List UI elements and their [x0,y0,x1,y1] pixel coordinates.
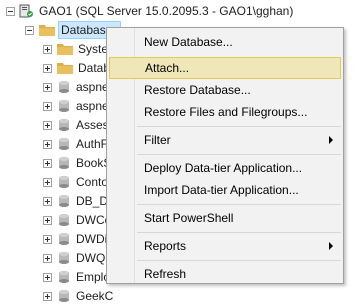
menu-item-filter[interactable]: Filter [109,129,341,151]
tree-node-label: AuthF [76,137,109,151]
tree-node-label: Emplo [76,270,111,284]
menu-item-attach[interactable]: Attach... [109,57,341,79]
expand-toggle-icon[interactable] [43,253,52,263]
database-icon [57,80,71,94]
tree-node-database[interactable]: DWDi [43,230,107,248]
context-menu: New Database... Attach... Restore Databa… [106,27,344,284]
database-icon [57,175,71,189]
menu-item-label: Filter [144,133,171,147]
expand-toggle-icon[interactable] [43,196,52,206]
tree-node-database[interactable]: GeekC [43,287,113,305]
tree-node-label: DWQ [76,251,106,265]
database-icon [57,213,71,227]
menu-item-new-database[interactable]: New Database... [109,31,341,53]
database-icon [57,251,71,265]
menu-item-deploy-data-tier[interactable]: Deploy Data-tier Application... [109,157,341,179]
tree-node-database-snapshots[interactable]: Datab [43,59,110,77]
folder-icon [39,24,55,36]
tree-node-label: aspne [76,80,109,94]
menu-item-label: Refresh [144,267,187,281]
collapse-toggle-icon[interactable] [6,6,15,16]
expand-toggle-icon[interactable] [43,44,52,54]
tree-node-label: Conto [76,175,109,189]
database-icon [57,156,71,170]
database-icon [57,99,71,113]
database-icon [57,270,71,284]
tree-node-label: DWDi [76,232,108,246]
tree-node-database[interactable]: DWCo [43,211,111,229]
database-icon [57,232,71,246]
tree-node-label: aspne [76,99,109,113]
menu-separator [137,126,341,127]
menu-item-label: Import Data-tier Application... [144,183,299,197]
menu-item-start-powershell[interactable]: Start PowerShell [109,207,341,229]
menu-separator [137,154,341,155]
menu-item-refresh[interactable]: Refresh [109,263,341,285]
tree-node-database[interactable]: DWQ [43,249,105,267]
tree-node-server[interactable]: GAO1 (SQL Server 15.0.2095.3 - GAO1\ggha… [6,2,293,20]
server-label: GAO1 (SQL Server 15.0.2095.3 - GAO1\ggha… [39,4,294,18]
database-icon [57,118,71,132]
expand-toggle-icon[interactable] [43,272,52,282]
database-icon [57,289,71,303]
tree-node-database[interactable]: aspne [43,78,109,96]
tree-node-label: Asses [76,118,109,132]
expand-toggle-icon[interactable] [43,82,52,92]
tree-node-database[interactable]: BookS [43,154,111,172]
tree-node-database[interactable]: Conto [43,173,108,191]
expand-toggle-icon[interactable] [43,101,52,111]
expand-toggle-icon[interactable] [43,234,52,244]
folder-icon [57,43,73,55]
tree-node-database[interactable]: AuthF [43,135,108,153]
collapse-toggle-icon[interactable] [25,25,34,35]
expand-toggle-icon[interactable] [43,158,52,168]
expand-toggle-icon[interactable] [43,63,52,73]
tree-node-label: GeekC [76,289,114,303]
menu-separator [137,260,341,261]
expand-toggle-icon[interactable] [43,139,52,149]
expand-toggle-icon[interactable] [43,177,52,187]
menu-item-label: New Database... [144,35,233,49]
submenu-arrow-icon [329,242,333,250]
database-icon [57,137,71,151]
server-icon [18,4,34,18]
folder-icon [57,62,73,74]
expand-toggle-icon[interactable] [43,291,52,301]
menu-item-import-data-tier[interactable]: Import Data-tier Application... [109,179,341,201]
tree-node-database[interactable]: Emplo [43,268,110,286]
menu-separator [137,232,341,233]
expand-toggle-icon[interactable] [43,120,52,130]
tree-node-database[interactable]: aspne [43,97,109,115]
menu-item-reports[interactable]: Reports [109,235,341,257]
menu-item-label: Restore Database... [144,83,251,97]
submenu-arrow-icon [329,136,333,144]
menu-item-label: Start PowerShell [144,211,234,225]
menu-item-restore-files[interactable]: Restore Files and Filegroups... [109,101,341,123]
database-icon [57,194,71,208]
tree-node-label: DB_D [76,194,109,208]
menu-item-label: Restore Files and Filegroups... [144,105,308,119]
tree-node-database[interactable]: DB_D [43,192,108,210]
menu-item-label: Attach... [145,61,190,75]
tree-node-database[interactable]: Asses [43,116,109,134]
menu-separator [137,204,341,205]
menu-item-restore-database[interactable]: Restore Database... [109,79,341,101]
menu-item-label: Reports [144,239,187,253]
expand-toggle-icon[interactable] [43,215,52,225]
menu-item-label: Deploy Data-tier Application... [144,161,303,175]
